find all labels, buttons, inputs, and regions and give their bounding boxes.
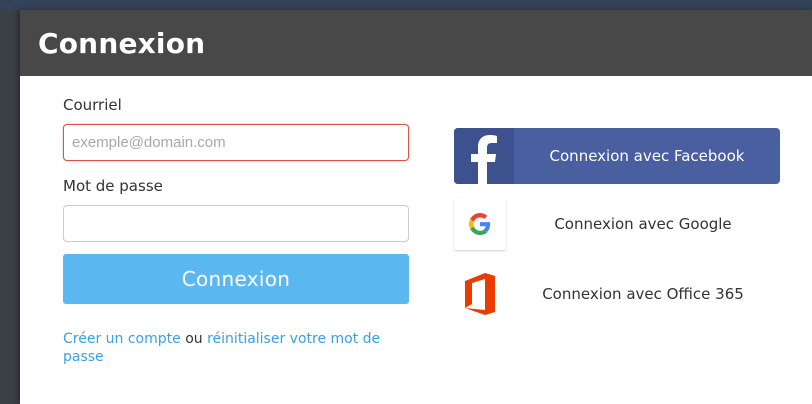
background-page-edge bbox=[0, 10, 20, 404]
office365-login-label: Connexion avec Office 365 bbox=[542, 285, 744, 303]
password-input[interactable] bbox=[63, 205, 409, 242]
background-page bbox=[0, 0, 812, 10]
google-login-label: Connexion avec Google bbox=[554, 215, 732, 233]
office365-login-button[interactable]: Connexion avec Office 365 bbox=[454, 266, 780, 322]
create-account-link[interactable]: Créer un compte bbox=[63, 331, 181, 347]
modal-title: Connexion bbox=[38, 26, 206, 60]
modal-header: Connexion bbox=[20, 10, 812, 76]
password-label: Mot de passe bbox=[63, 177, 163, 195]
email-label: Courriel bbox=[63, 96, 122, 114]
google-login-button[interactable]: Connexion avec Google bbox=[454, 198, 780, 250]
login-modal: Connexion Courriel Mot de passe Connexio… bbox=[20, 10, 812, 404]
facebook-login-label: Connexion avec Facebook bbox=[549, 147, 745, 165]
social-login: Connexion avec Facebook Connexion avec G… bbox=[454, 128, 780, 322]
login-button[interactable]: Connexion bbox=[63, 254, 409, 304]
account-links: Créer un compte ou réinitialiser votre m… bbox=[63, 330, 409, 366]
email-input[interactable] bbox=[63, 124, 409, 161]
facebook-login-button[interactable]: Connexion avec Facebook bbox=[454, 128, 780, 184]
google-icon bbox=[454, 198, 506, 250]
facebook-icon bbox=[454, 128, 514, 184]
office-365-icon bbox=[454, 268, 506, 320]
or-text: ou bbox=[185, 331, 203, 347]
login-form: Courriel Mot de passe Connexion Créer un… bbox=[63, 96, 409, 366]
